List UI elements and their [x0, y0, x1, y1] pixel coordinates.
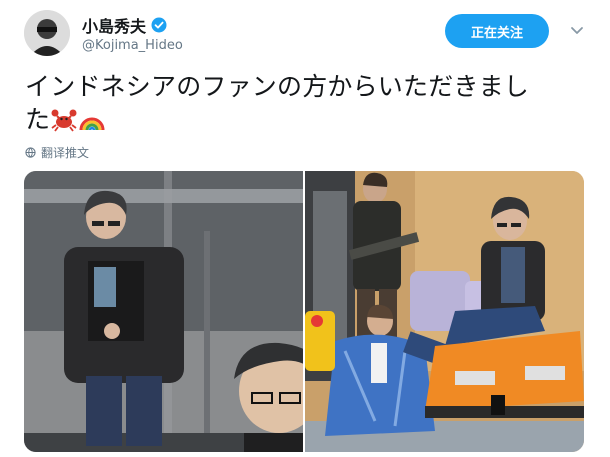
user-avatar[interactable] [24, 10, 70, 56]
translate-label: 翻译推文 [41, 146, 90, 160]
display-name[interactable]: 小島秀夫 [82, 13, 146, 37]
translate-tweet-link[interactable]: 翻译推文 [25, 144, 89, 161]
verified-badge-icon [151, 17, 167, 33]
name-row: 小島秀夫 [82, 13, 167, 37]
following-button[interactable]: 正在关注 [445, 14, 549, 48]
user-avatar-icon [24, 10, 70, 56]
figure-photo-left[interactable] [24, 171, 303, 452]
tweet-text: インドネシアのファンの方からいただきまし た [25, 70, 585, 136]
rainbow-emoji-icon [79, 117, 105, 131]
crab-emoji-icon [51, 109, 77, 132]
chevron-down-icon[interactable] [570, 26, 584, 36]
figure-photo-right[interactable] [305, 171, 584, 452]
tweet-text-line-2: た [25, 105, 51, 134]
tweet-text-line-2-row: た [25, 103, 585, 136]
figure-photo-left-image [24, 171, 303, 452]
tweet-text-line-1: インドネシアのファンの方からいただきまし [25, 72, 530, 101]
figure-photo-right-image [305, 171, 584, 452]
globe-icon [25, 147, 36, 158]
user-handle[interactable]: @Kojima_Hideo [82, 38, 183, 53]
